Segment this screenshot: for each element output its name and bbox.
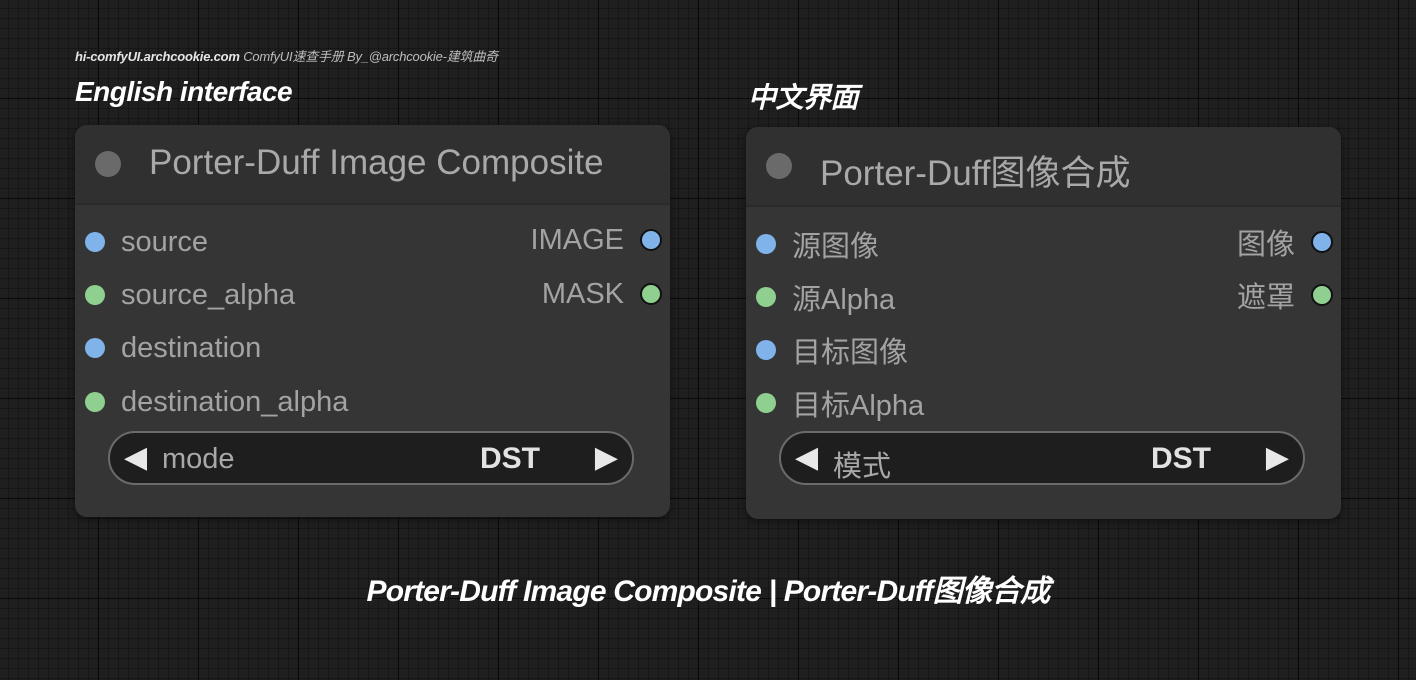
image-slot-dot-icon[interactable] (85, 338, 105, 358)
decrement-arrow-icon[interactable]: ◀ (124, 442, 147, 474)
increment-arrow-icon[interactable]: ▶ (595, 442, 618, 474)
english-interface-label: English interface (75, 76, 293, 107)
image-slot-dot-icon[interactable] (1311, 231, 1333, 253)
output-slot-label: 图像 (1236, 229, 1295, 261)
watermark-site: hi-comfyUI.archcookie.com (75, 49, 240, 64)
mode-combo-widget[interactable]: ◀ mode DST ▶ (108, 431, 634, 485)
mode-combo-widget[interactable]: ◀ 模式 DST ▶ (779, 431, 1305, 485)
mask-slot-dot-icon[interactable] (85, 392, 105, 412)
input-slot-label: source (121, 225, 209, 258)
mask-slot-dot-icon[interactable] (756, 393, 776, 413)
widget-name: mode (162, 443, 235, 475)
input-slot-source-alpha[interactable]: source_alpha (85, 278, 296, 311)
caption: Porter-Duff Image Composite | Porter-Duf… (366, 575, 1050, 608)
widget-value[interactable]: DST (1151, 442, 1211, 476)
input-slot-source[interactable]: source (85, 225, 209, 258)
input-slot-label: 目标图像 (792, 337, 909, 369)
input-slot-source-alpha[interactable]: 源Alpha (756, 282, 895, 316)
input-slot-label: source_alpha (121, 278, 296, 311)
mask-slot-dot-icon[interactable] (756, 287, 776, 307)
mask-slot-dot-icon[interactable] (85, 285, 105, 305)
input-slot-label: destination (121, 331, 262, 364)
input-slot-destination-alpha[interactable]: 目标Alpha (756, 388, 924, 422)
node-header[interactable]: Porter-Duff图像合成 (746, 127, 1341, 207)
widget-value[interactable]: DST (480, 442, 540, 476)
input-slot-label: destination_alpha (121, 385, 349, 418)
node-title: Porter-Duff Image Composite (149, 143, 604, 182)
image-slot-dot-icon[interactable] (756, 340, 776, 360)
image-slot-dot-icon[interactable] (756, 234, 776, 254)
chinese-interface-label: 中文界面 (748, 82, 859, 113)
watermark-credit: ComfyUI速查手册 By_@archcookie-建筑曲奇 (243, 49, 498, 64)
input-slot-destination[interactable]: destination (85, 331, 262, 364)
node-title: Porter-Duff图像合成 (820, 154, 1131, 193)
input-slot-destination-alpha[interactable]: destination_alpha (85, 385, 349, 418)
image-slot-dot-icon[interactable] (85, 232, 105, 252)
mask-slot-dot-icon[interactable] (1311, 284, 1333, 306)
output-slot-mask[interactable]: 遮罩 (1237, 280, 1333, 314)
collapse-toggle-icon[interactable] (766, 153, 792, 179)
input-slot-label: 源Alpha (792, 284, 896, 316)
mask-slot-dot-icon[interactable] (640, 283, 662, 305)
output-slot-mask[interactable]: MASK (541, 277, 662, 310)
image-slot-dot-icon[interactable] (640, 229, 662, 251)
input-slot-source-image[interactable]: 源图像 (756, 229, 879, 263)
node-porter-duff-en[interactable]: Porter-Duff Image Composite source sourc… (75, 125, 670, 517)
input-slot-label: 目标Alpha (792, 390, 925, 422)
increment-arrow-icon[interactable]: ▶ (1266, 442, 1289, 474)
node-header[interactable]: Porter-Duff Image Composite (75, 125, 670, 205)
output-slot-label: IMAGE (530, 223, 624, 256)
output-slot-label: MASK (541, 277, 624, 310)
input-slot-label: 源图像 (792, 231, 880, 263)
output-slot-label: 遮罩 (1236, 282, 1295, 314)
widget-name: 模式 (833, 451, 892, 483)
watermark: hi-comfyUI.archcookie.com ComfyUI速查手册 By… (75, 46, 498, 65)
decrement-arrow-icon[interactable]: ◀ (795, 442, 818, 474)
output-slot-image[interactable]: IMAGE (530, 223, 662, 256)
input-slot-destination-image[interactable]: 目标图像 (756, 335, 908, 369)
output-slot-image[interactable]: 图像 (1237, 227, 1333, 261)
collapse-toggle-icon[interactable] (95, 151, 121, 177)
node-porter-duff-cn[interactable]: Porter-Duff图像合成 源图像 源Alpha 目标图像 目标Alpha … (746, 127, 1341, 519)
